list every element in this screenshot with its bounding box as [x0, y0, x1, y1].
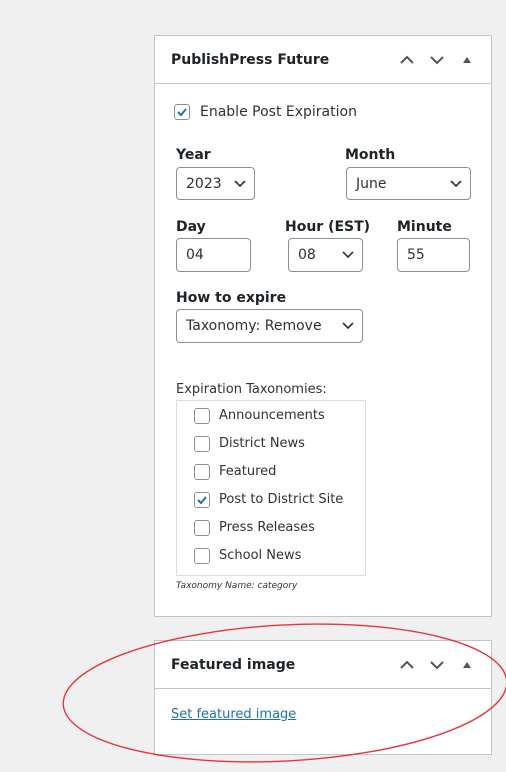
list-item[interactable]: Featured	[177, 460, 365, 484]
how-to-expire-label: How to expire	[176, 290, 287, 306]
hour-select[interactable]: 08	[288, 238, 363, 272]
move-up-button[interactable]	[395, 653, 419, 677]
list-item[interactable]: Announcements	[177, 404, 365, 428]
chevron-up-icon	[400, 660, 414, 669]
triangle-up-icon	[463, 662, 471, 668]
taxonomy-label: Featured	[219, 464, 277, 479]
minute-value: 55	[407, 247, 425, 263]
featured-image-panel: Featured image Set featured image	[154, 640, 492, 755]
chevron-down-icon	[430, 661, 444, 670]
taxonomy-label: Post to District Site	[219, 492, 344, 507]
toggle-panel-button[interactable]	[455, 48, 479, 72]
move-down-button[interactable]	[425, 653, 449, 677]
publishpress-future-panel: PublishPress Future Enable Post Expirati…	[154, 35, 492, 617]
list-item[interactable]: Post to District Site	[177, 488, 365, 512]
triangle-up-icon	[463, 57, 471, 63]
how-to-expire-select[interactable]: Taxonomy: Remove	[176, 309, 363, 343]
year-value: 2023	[186, 175, 222, 192]
checkmark-icon	[177, 108, 187, 117]
move-down-button[interactable]	[425, 48, 449, 72]
month-value: June	[356, 175, 387, 192]
checkmark-icon	[197, 496, 207, 505]
list-item[interactable]: Press Releases	[177, 516, 365, 540]
taxonomy-checkbox[interactable]	[194, 464, 210, 480]
panel-title: PublishPress Future	[171, 51, 330, 68]
taxonomy-label: District News	[219, 436, 305, 451]
taxonomy-list: Announcements District News Featured Pos…	[176, 400, 366, 576]
day-value: 04	[186, 247, 204, 263]
toggle-panel-button[interactable]	[455, 653, 479, 677]
how-to-expire-value: Taxonomy: Remove	[186, 318, 322, 334]
panel-title: Featured image	[171, 656, 296, 673]
chevron-down-icon	[430, 56, 444, 65]
year-label: Year	[176, 147, 211, 163]
taxonomy-label: School News	[219, 548, 302, 563]
taxonomy-label: Announcements	[219, 408, 325, 423]
chevron-up-icon	[400, 55, 414, 64]
year-select[interactable]: 2023	[176, 167, 255, 200]
taxonomy-label: Press Releases	[219, 520, 315, 535]
minute-label: Minute	[397, 219, 452, 235]
month-select[interactable]: June	[346, 167, 471, 200]
chevron-down-icon	[342, 251, 354, 259]
enable-expiration-label: Enable Post Expiration	[200, 104, 357, 120]
panel-header: PublishPress Future	[155, 36, 491, 84]
hour-label: Hour (EST)	[285, 219, 371, 235]
panel-header: Featured image	[155, 641, 491, 689]
taxonomy-checkbox[interactable]	[194, 408, 210, 424]
hour-value: 08	[298, 247, 316, 263]
list-item[interactable]: School News	[177, 544, 365, 568]
taxonomy-checkbox[interactable]	[194, 492, 210, 508]
day-input[interactable]: 04	[176, 238, 251, 272]
minute-input[interactable]: 55	[397, 238, 470, 272]
taxonomy-name-note: Taxonomy Name: category	[176, 581, 298, 591]
chevron-down-icon	[234, 179, 246, 187]
chevron-down-icon	[450, 179, 462, 187]
list-item[interactable]: District News	[177, 432, 365, 456]
taxonomy-checkbox[interactable]	[194, 548, 210, 564]
day-label: Day	[176, 219, 206, 235]
move-up-button[interactable]	[395, 48, 419, 72]
taxonomy-checkbox[interactable]	[194, 520, 210, 536]
month-label: Month	[345, 147, 396, 163]
set-featured-image-link[interactable]: Set featured image	[171, 707, 296, 722]
chevron-down-icon	[342, 322, 354, 330]
expiration-taxonomies-label: Expiration Taxonomies:	[176, 382, 327, 397]
taxonomy-checkbox[interactable]	[194, 436, 210, 452]
enable-expiration-checkbox[interactable]	[174, 104, 190, 120]
